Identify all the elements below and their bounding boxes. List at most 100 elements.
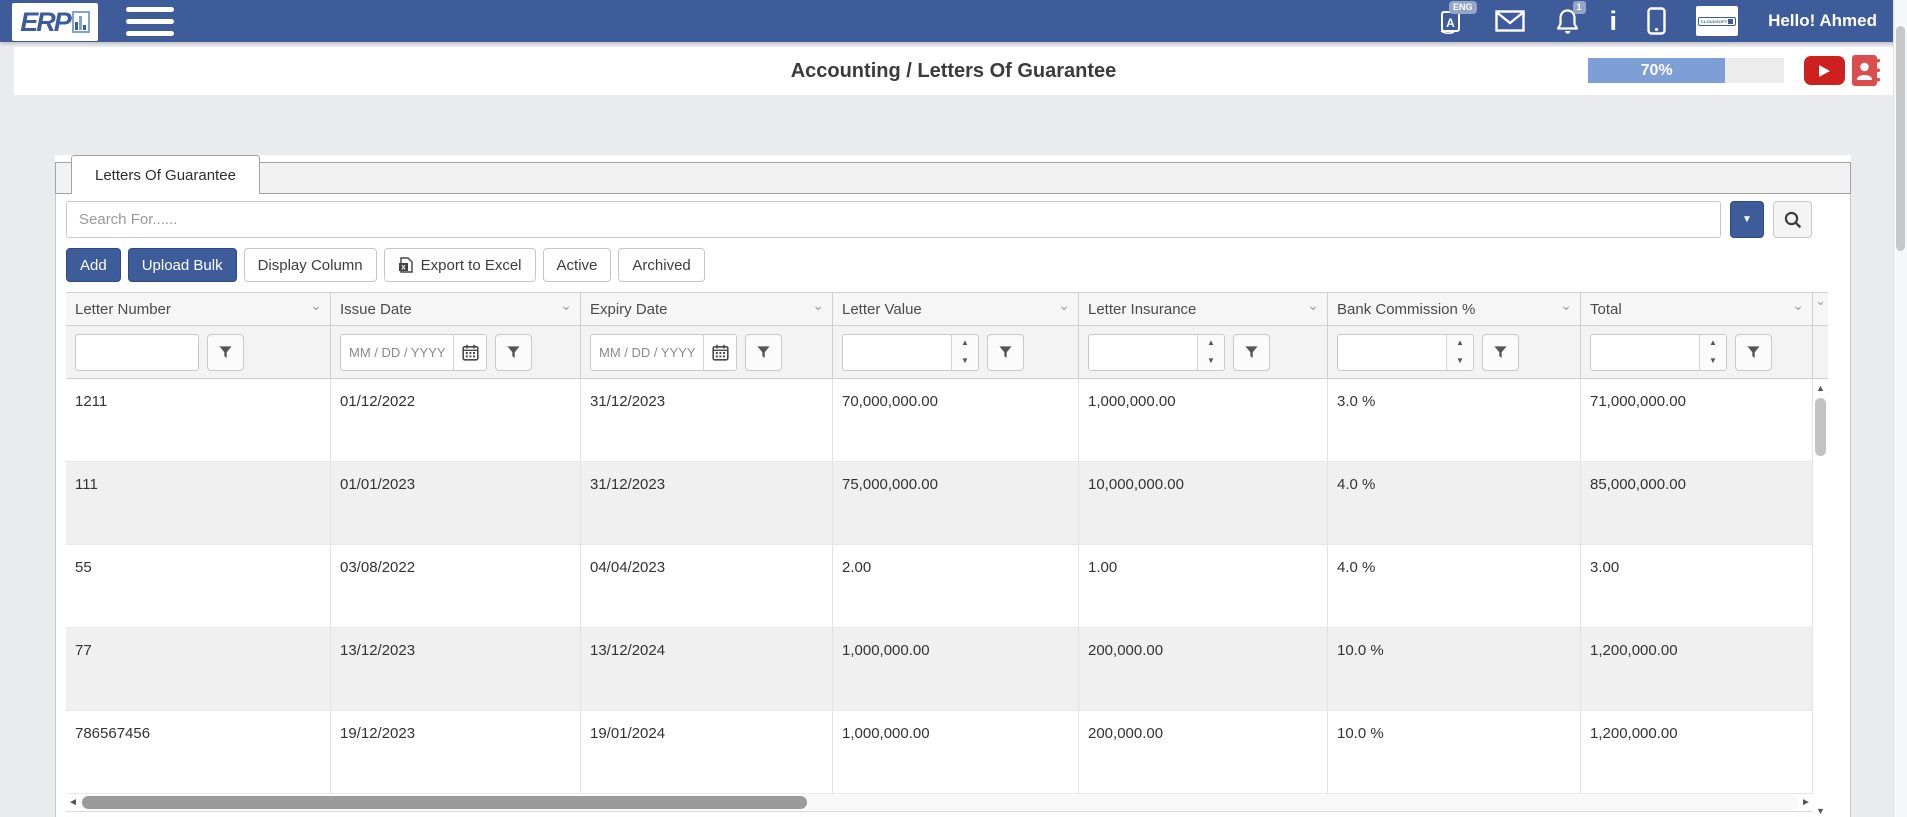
stepper-up-icon[interactable]: ▲ — [952, 335, 978, 353]
calendar-button[interactable] — [703, 335, 736, 370]
number-stepper: ▲▼ — [1446, 335, 1473, 370]
column-header-letter-value[interactable]: Letter Value ⌄ — [833, 293, 1079, 325]
horizontal-scrollbar-track[interactable] — [80, 795, 1799, 810]
table-cell-issue-date: 03/08/2022 — [331, 545, 581, 627]
table-row[interactable]: 121101/12/202231/12/202370,000,000.001,0… — [66, 379, 1813, 462]
filter-input-letter-number[interactable] — [75, 334, 199, 371]
number-filter-group: ▲▼ — [1088, 334, 1225, 371]
column-header-label: Letter Value — [842, 301, 922, 318]
upload-bulk-button[interactable]: Upload Bulk — [128, 248, 237, 282]
filter-button-letter-value[interactable] — [987, 334, 1024, 371]
table-cell-letter-value: 1,000,000.00 — [833, 628, 1079, 710]
table-cell-expiry-date: 31/12/2023 — [581, 379, 833, 461]
filter-number-input-bank-commission[interactable] — [1338, 335, 1446, 370]
filter-button-bank-commission[interactable] — [1482, 334, 1519, 371]
column-header-bank-commission[interactable]: Bank Commission % ⌄ — [1328, 293, 1581, 325]
language-icon[interactable]: A ENG — [1439, 8, 1465, 34]
table-row[interactable]: 78656745619/12/202319/01/20241,000,000.0… — [66, 711, 1813, 794]
stepper-down-icon[interactable]: ▼ — [952, 352, 978, 370]
filter-cell-bank-commission: ▲▼ — [1328, 326, 1581, 378]
scroll-up-arrow-icon[interactable]: ▲ — [1813, 379, 1828, 396]
number-stepper: ▲▼ — [951, 335, 978, 370]
grid-filter-row: ▲▼▲▼▲▼▲▼ — [66, 326, 1813, 379]
chevron-down-icon[interactable]: ⌄ — [1792, 297, 1804, 314]
column-header-expiry-date[interactable]: Expiry Date⌄ — [581, 293, 833, 325]
chevron-down-icon[interactable]: ⌄ — [310, 297, 322, 314]
archived-button[interactable]: Archived — [618, 248, 704, 282]
filter-number-input-total[interactable] — [1591, 335, 1699, 370]
horizontal-scrollbar-thumb[interactable] — [82, 796, 807, 809]
info-icon[interactable]: i — [1610, 8, 1618, 34]
table-cell-total: 1,200,000.00 — [1581, 628, 1813, 710]
table-cell-letter-number: 1211 — [66, 379, 331, 461]
table-cell-letter-insurance: 200,000.00 — [1079, 711, 1328, 793]
tab-letters-of-guarantee[interactable]: Letters Of Guarantee — [71, 155, 260, 194]
column-header-label: Bank Commission % — [1337, 301, 1475, 318]
notifications-bell-icon[interactable]: 1 — [1555, 8, 1580, 35]
chevron-down-icon[interactable]: ⌄ — [1560, 297, 1572, 314]
mobile-icon[interactable] — [1647, 7, 1666, 35]
chevron-down-icon[interactable]: ⌄ — [560, 297, 572, 314]
filter-number-input-letter-insurance[interactable] — [1089, 335, 1197, 370]
chevron-down-icon[interactable]: ⌄ — [1058, 297, 1070, 314]
app-logo[interactable]: ERP — [12, 3, 98, 41]
date-filter-group — [340, 334, 487, 371]
filter-button-letter-number[interactable] — [207, 334, 244, 371]
stepper-up-icon[interactable]: ▲ — [1700, 335, 1726, 353]
next-row-sliver — [66, 811, 1813, 817]
export-to-excel-button[interactable]: x Export to Excel — [384, 248, 536, 282]
table-cell-bank-commission: 10.0 % — [1328, 628, 1581, 710]
table-cell-issue-date: 13/12/2023 — [331, 628, 581, 710]
search-dropdown-button[interactable]: ▼ — [1730, 201, 1764, 238]
filter-button-expiry-date[interactable] — [745, 334, 782, 371]
vertical-scrollbar-track[interactable] — [1813, 456, 1828, 802]
table-row[interactable]: 7713/12/202313/12/20241,000,000.00200,00… — [66, 628, 1813, 711]
chevron-down-icon[interactable]: ⌄ — [1307, 297, 1319, 314]
table-cell-letter-value: 70,000,000.00 — [833, 379, 1079, 461]
brand-badge[interactable]: CLOUDSOFT — [1696, 6, 1738, 36]
filter-cell-expiry-date — [581, 326, 833, 378]
filter-button-total[interactable] — [1735, 334, 1772, 371]
filter-button-letter-insurance[interactable] — [1233, 334, 1270, 371]
column-header-label: Issue Date — [340, 301, 412, 318]
vertical-scrollbar-thumb[interactable] — [1815, 398, 1826, 456]
calendar-button[interactable] — [453, 335, 486, 370]
active-button[interactable]: Active — [543, 248, 612, 282]
filter-number-input-letter-value[interactable] — [843, 335, 951, 370]
page-scrollbar[interactable] — [1893, 0, 1907, 817]
stepper-down-icon[interactable]: ▼ — [1198, 352, 1224, 370]
column-header-letter-number[interactable]: Letter Number⌄ — [66, 293, 331, 325]
table-row[interactable]: 5503/08/202204/04/20232.001.004.0 %3.00 — [66, 545, 1813, 628]
brand-badge-text: CLOUDSOFT — [1701, 19, 1728, 24]
funnel-icon — [1245, 346, 1258, 359]
scroll-left-arrow-icon[interactable]: ◄ — [66, 794, 80, 811]
table-cell-issue-date: 01/12/2022 — [331, 379, 581, 461]
table-cell-issue-date: 19/12/2023 — [331, 711, 581, 793]
youtube-icon[interactable] — [1804, 56, 1845, 85]
column-header-issue-date[interactable]: Issue Date ⌄ — [331, 293, 581, 325]
filter-date-input-expiry-date[interactable] — [591, 335, 703, 370]
add-button[interactable]: Add — [66, 248, 121, 282]
contacts-book-icon[interactable] — [1852, 55, 1880, 91]
menu-hamburger-icon[interactable] — [126, 7, 174, 36]
search-input[interactable] — [66, 201, 1721, 238]
vertical-scrollbar: ⌄ ▲ ▼ — [1813, 292, 1828, 817]
display-column-button[interactable]: Display Column — [244, 248, 377, 282]
chevron-down-icon[interactable]: ⌄ — [812, 297, 824, 314]
table-cell-letter-number: 786567456 — [66, 711, 331, 793]
filter-button-issue-date[interactable] — [495, 334, 532, 371]
filter-date-input-issue-date[interactable] — [341, 335, 453, 370]
search-button[interactable] — [1773, 201, 1812, 238]
column-header-total[interactable]: Total⌄ — [1581, 293, 1813, 325]
stepper-up-icon[interactable]: ▲ — [1198, 335, 1224, 353]
page-scrollbar-thumb[interactable] — [1896, 26, 1905, 251]
stepper-down-icon[interactable]: ▼ — [1447, 352, 1473, 370]
stepper-up-icon[interactable]: ▲ — [1447, 335, 1473, 353]
scroll-down-arrow-icon[interactable]: ▼ — [1813, 802, 1828, 817]
stepper-down-icon[interactable]: ▼ — [1700, 352, 1726, 370]
column-header-letter-insurance[interactable]: Letter Insurance⌄ — [1079, 293, 1328, 325]
scroll-right-arrow-icon[interactable]: ► — [1799, 794, 1813, 811]
table-row[interactable]: 11101/01/202331/12/202375,000,000.0010,0… — [66, 462, 1813, 545]
mail-icon[interactable] — [1495, 10, 1525, 32]
table-cell-total: 85,000,000.00 — [1581, 462, 1813, 544]
